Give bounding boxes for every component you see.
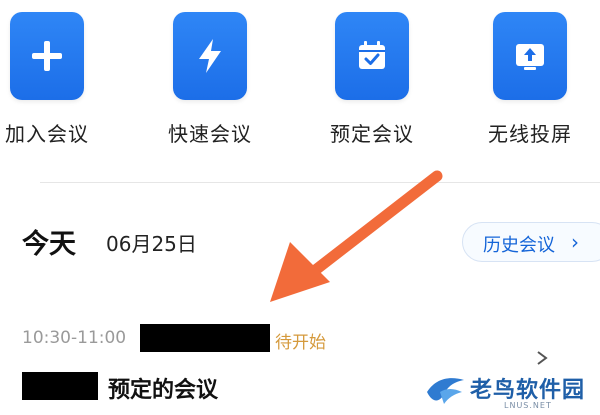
schedule-meeting-action[interactable]: 预定会议 [312, 0, 432, 160]
history-meetings-label: 历史会议 [483, 235, 555, 256]
join-meeting-label: 加入会议 [5, 122, 89, 146]
screen-cast-icon [516, 44, 544, 70]
plus-icon [32, 41, 62, 71]
redacted-organizer [140, 324, 270, 352]
chevron-right-icon: › [571, 230, 579, 254]
meeting-time: 10:30-11:00 [22, 328, 127, 348]
meeting-title[interactable]: 预定的会议 [108, 372, 218, 404]
watermark-subtext: LNUS.NET [504, 401, 552, 410]
join-meeting-tile[interactable] [10, 12, 84, 100]
wireless-cast-action[interactable]: 无线投屏 [470, 0, 590, 160]
today-date: 06月25日 [106, 232, 197, 256]
history-meetings-button[interactable]: 历史会议 › [462, 222, 600, 262]
quick-meeting-label: 快速会议 [168, 122, 252, 146]
today-title: 今天 [22, 229, 76, 260]
quick-meeting-action[interactable]: 快速会议 [150, 0, 270, 160]
redacted-title-prefix [22, 372, 98, 400]
site-watermark: 老鸟软件园 LNUS.NET [418, 366, 600, 415]
wireless-cast-tile[interactable] [493, 12, 567, 100]
meeting-status-badge: 待开始 [275, 333, 326, 353]
chevron-right-icon [537, 351, 548, 365]
watermark-text: 老鸟软件园 [470, 378, 586, 403]
lightning-icon [199, 39, 221, 73]
schedule-meeting-tile[interactable] [335, 12, 409, 100]
calendar-check-icon [359, 41, 385, 69]
join-meeting-action[interactable]: 加入会议 [0, 0, 107, 160]
schedule-meeting-label: 预定会议 [330, 122, 414, 146]
bird-logo-icon [427, 378, 464, 404]
section-divider [40, 182, 600, 183]
quick-meeting-tile[interactable] [173, 12, 247, 100]
quick-actions-bar: 加入会议 快速会议 预定会议 无线投屏 [0, 0, 600, 170]
wireless-cast-label: 无线投屏 [488, 122, 572, 146]
